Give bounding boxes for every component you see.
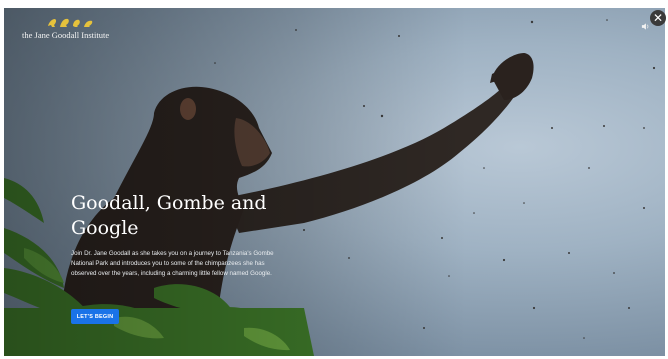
brand-name: the Jane Goodall Institute xyxy=(22,30,110,40)
close-icon[interactable]: ✕ xyxy=(650,10,666,26)
hero-overlay xyxy=(4,8,665,356)
hero-title: Goodall, Gombe and Google xyxy=(71,192,267,239)
lets-begin-button[interactable]: LET'S BEGIN xyxy=(71,309,119,324)
hero-background: the Jane Goodall Institute Goodall, Gomb… xyxy=(4,8,665,356)
speaker-icon[interactable] xyxy=(641,22,650,31)
chimpanzee-figures-logo-icon xyxy=(48,18,93,27)
hero-description: Join Dr. Jane Goodall as she takes you o… xyxy=(71,250,274,277)
